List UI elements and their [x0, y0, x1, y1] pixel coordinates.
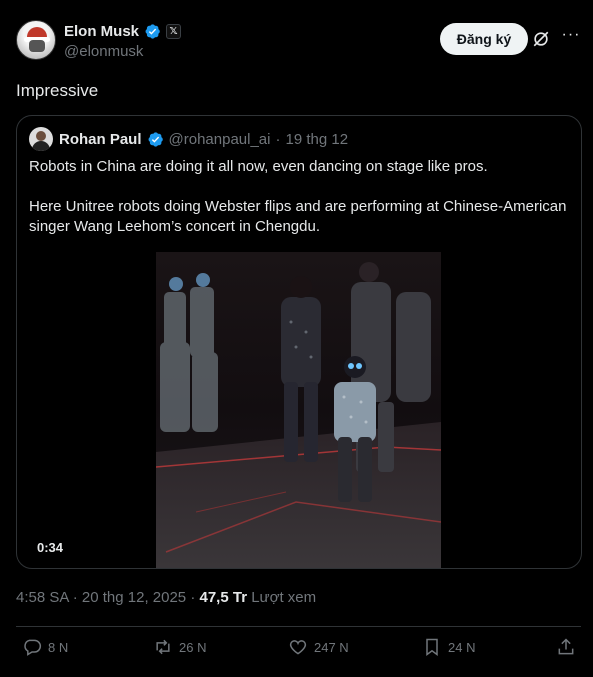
video-duration: 0:34 — [37, 540, 64, 555]
quoted-text: Robots in China are doing it all now, ev… — [29, 157, 569, 257]
author-display-name[interactable]: Elon Musk — [64, 23, 139, 40]
repost-icon — [156, 639, 170, 655]
author-avatar[interactable] — [16, 20, 56, 60]
quoted-author-avatar[interactable] — [29, 127, 53, 151]
action-bar: 8 N 26 N 247 N 24 N — [16, 637, 581, 661]
quoted-paragraph: Robots in China are doing it all now, ev… — [29, 158, 488, 175]
share-button[interactable] — [556, 637, 576, 657]
bookmark-icon — [426, 638, 438, 656]
tweet-meta: 4:58 SA · 20 thg 12, 2025 · 47,5 Tr Lượt… — [16, 589, 317, 606]
quoted-separator: · — [275, 131, 281, 148]
author-handle[interactable]: @elonmusk — [64, 43, 143, 60]
quoted-date[interactable]: 19 thg 12 — [285, 131, 348, 148]
verified-badge-icon — [145, 24, 160, 39]
views-count: 47,5 Tr — [199, 589, 248, 606]
bookmark-count: 24 N — [448, 639, 476, 655]
video-frame — [156, 252, 441, 568]
quoted-author-name[interactable]: Rohan Paul — [59, 131, 142, 148]
tweet-text: Impressive — [16, 81, 99, 100]
views-label: Lượt xem — [251, 589, 317, 606]
like-count: 247 N — [314, 639, 349, 655]
quoted-tweet[interactable]: Rohan Paul @rohanpaul_ai · 19 thg 12 Rob… — [16, 115, 582, 569]
subscribe-button[interactable]: Đăng ký — [440, 23, 528, 55]
video-player[interactable] — [156, 252, 441, 568]
quoted-paragraph: Here Unitree robots doing Webster flips … — [29, 198, 567, 235]
repost-button[interactable]: 26 N — [153, 637, 206, 657]
tweet-time[interactable]: 4:58 SA — [16, 589, 69, 606]
heart-icon — [289, 640, 307, 655]
reply-count: 8 N — [48, 639, 69, 655]
reply-icon — [24, 639, 42, 656]
grok-icon[interactable] — [532, 30, 550, 48]
quoted-verified-badge-icon — [148, 132, 163, 147]
author-name-row: Elon Musk 𝕏 — [64, 23, 182, 40]
repost-count: 26 N — [179, 639, 207, 655]
bookmark-button[interactable]: 24 N — [422, 637, 475, 657]
reply-button[interactable]: 8 N — [22, 637, 68, 657]
like-button[interactable]: 247 N — [288, 637, 349, 657]
more-options-icon[interactable]: ··· — [561, 27, 581, 48]
tweet-date[interactable]: 20 thg 12, 2025 — [82, 589, 186, 606]
tweet-header: Elon Musk 𝕏 @elonmusk Đăng ký ··· — [16, 18, 581, 62]
quoted-author-row: Rohan Paul @rohanpaul_ai · 19 thg 12 — [59, 131, 348, 148]
quoted-author-handle[interactable]: @rohanpaul_ai — [169, 131, 271, 148]
divider — [16, 626, 581, 627]
x-affiliate-icon[interactable]: 𝕏 — [166, 24, 182, 39]
share-icon — [558, 638, 574, 655]
